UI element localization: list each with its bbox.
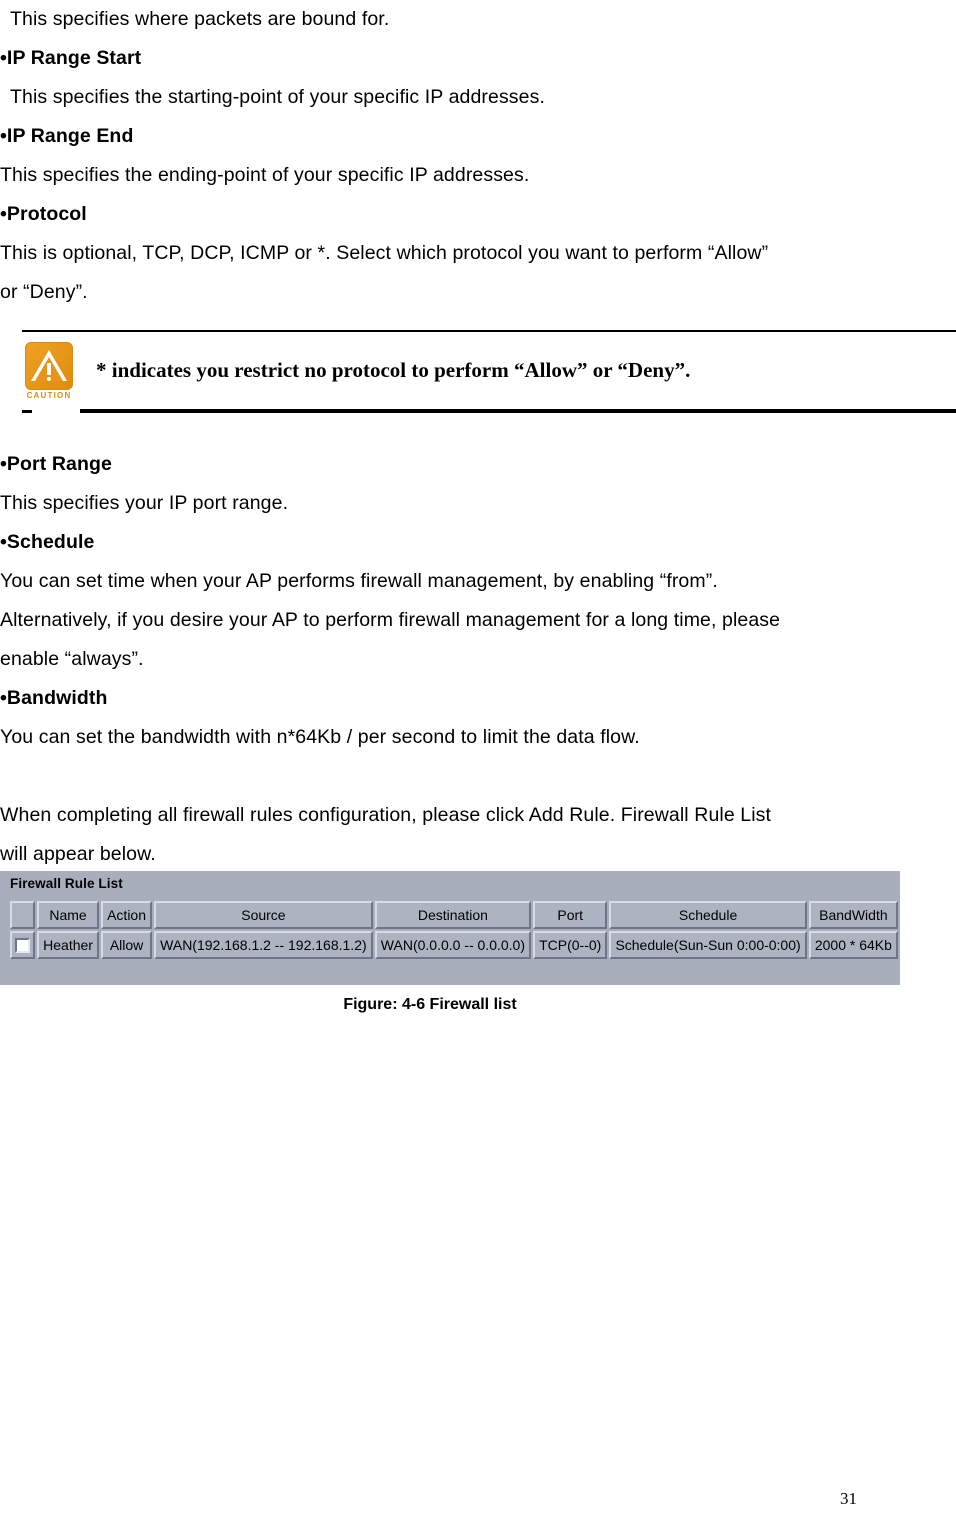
body-bottom-line-10: will appear below. [0,843,156,865]
caution-icon-label: CAUTION [26,391,72,400]
body-top-line-0: This specifies where packets are bound f… [10,8,390,30]
caution-bottom-rule [80,409,956,413]
cell-source: WAN(192.168.1.2 -- 192.168.1.2) [154,931,373,959]
cell-destination: WAN(0.0.0.0 -- 0.0.0.0) [374,931,532,959]
table-row: Heather Allow WAN(192.168.1.2 -- 192.168… [10,931,898,959]
table-header-row: Name Action Source Destination Port Sche… [10,901,898,929]
body-bottom-line-6: •Bandwidth [0,687,108,709]
figure-caption: Figure: 4-6 Firewall list [343,996,517,1013]
row-select-cell[interactable] [10,931,36,959]
body-top-line-7: or “Deny”. [0,281,88,303]
document-page: This specifies where packets are bound f… [0,0,956,1521]
column-header-name: Name [37,901,100,929]
column-header-action: Action [101,901,153,929]
column-header-schedule: Schedule [609,901,807,929]
body-bottom-line-7: You can set the bandwidth with n*64Kb / … [0,726,640,748]
column-header-bandwidth: BandWidth [808,901,898,929]
page-number: 31 [840,1489,857,1508]
caution-icon-exclamation-dot [47,377,51,381]
cell-name: Heather [37,931,100,959]
body-bottom-line-2: •Schedule [0,531,95,553]
row-select-checkbox[interactable] [15,938,31,954]
column-header-destination: Destination [374,901,532,929]
caution-icon-exclamation-bar [47,363,51,375]
body-top-line-5: •Protocol [0,203,87,225]
body-bottom-line-4: Alternatively, if you desire your AP to … [0,609,781,631]
caution-callout: CAUTION * indicates you restrict no prot… [0,330,956,425]
firewall-rule-table: Name Action Source Destination Port Sche… [8,899,900,961]
body-top-line-6: This is optional, TCP, DCP, ICMP or *. S… [0,242,769,264]
body-text-block-bottom: •Port Range This specifies your IP port r… [0,445,956,874]
caution-left-dash [22,410,32,413]
column-header-port: Port [533,901,608,929]
firewall-rule-list-panel: Firewall Rule List Name Action Source De… [0,871,900,985]
body-top-line-3: •IP Range End [0,125,134,147]
column-header-select [10,901,36,929]
body-top-line-2: This specifies the starting-point of you… [10,86,545,108]
cell-schedule: Schedule(Sun-Sun 0:00-0:00) [609,931,807,959]
firewall-rule-list-title: Firewall Rule List [10,876,123,891]
body-bottom-line-9: When completing all firewall rules confi… [0,804,772,826]
body-bottom-line-5: enable “always”. [0,648,144,670]
body-top-line-1: •IP Range Start [0,47,142,69]
cell-action: Allow [101,931,153,959]
caution-top-rule [22,330,956,332]
caution-message: * indicates you restrict no protocol to … [96,358,691,382]
body-bottom-line-8 [0,757,956,796]
body-bottom-line-0: •Port Range [0,453,112,475]
body-bottom-line-3: You can set time when your AP performs f… [0,570,718,592]
column-header-source: Source [154,901,373,929]
caution-triangle-icon: CAUTION [22,342,76,404]
body-bottom-line-1: This specifies your IP port range. [0,492,289,514]
cell-port: TCP(0--0) [533,931,608,959]
body-top-line-4: This specifies the ending-point of your … [0,164,530,186]
body-text-block-top: This specifies where packets are bound f… [0,0,956,312]
cell-bandwidth: 2000 * 64Kb [808,931,898,959]
